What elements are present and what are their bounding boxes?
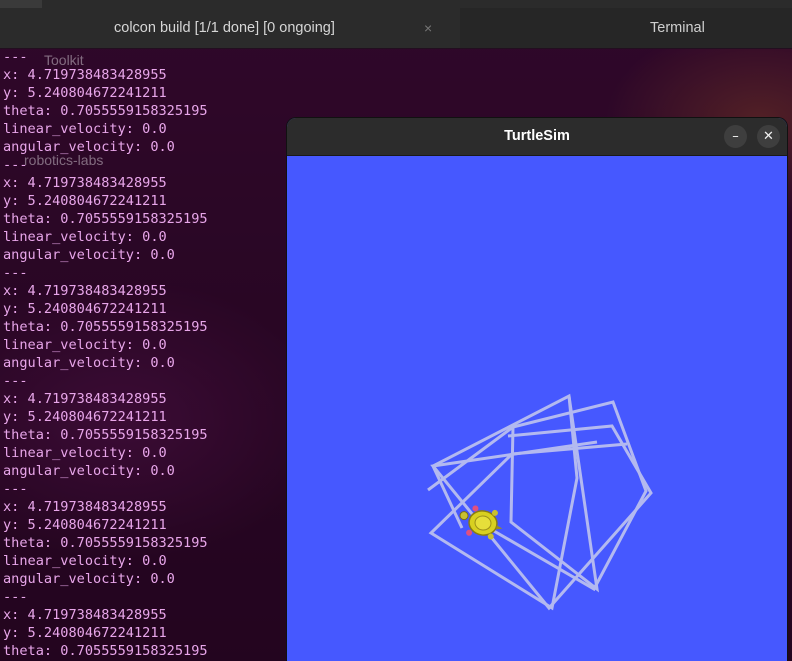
terminal-line: x: 4.719738483428955 (3, 499, 167, 515)
tab-terminal[interactable]: Terminal (460, 8, 792, 48)
terminal-line: angular_velocity: 0.0 (3, 571, 175, 587)
terminal-line: --- (3, 481, 28, 497)
terminal-line: angular_velocity: 0.0 (3, 247, 175, 263)
terminal-line: x: 4.719738483428955 (3, 175, 167, 191)
tab-bar-stub (0, 0, 42, 8)
terminal-line: linear_velocity: 0.0 (3, 121, 167, 137)
terminal-line: linear_velocity: 0.0 (3, 553, 167, 569)
terminal-line: angular_velocity: 0.0 (3, 355, 175, 371)
terminal-line: --- (3, 265, 28, 281)
terminal-line: theta: 0.7055559158325195 (3, 103, 208, 119)
terminal-line: linear_velocity: 0.0 (3, 337, 167, 353)
terminal-line: x: 4.719738483428955 (3, 607, 167, 623)
terminal-line: linear_velocity: 0.0 (3, 445, 167, 461)
window-title: TurtleSim (504, 128, 570, 144)
terminal-line: y: 5.240804672241211 (3, 301, 167, 317)
terminal-line: x: 4.719738483428955 (3, 283, 167, 299)
turtle-icon (459, 505, 503, 540)
terminal-line: theta: 0.7055559158325195 (3, 535, 208, 551)
close-button[interactable]: ✕ (757, 125, 780, 148)
terminal-line: --- (3, 589, 28, 605)
terminal-line: x: 4.719738483428955 (3, 391, 167, 407)
terminal-line: theta: 0.7055559158325195 (3, 211, 208, 227)
terminal-line: --- (3, 49, 28, 65)
terminal-line: y: 5.240804672241211 (3, 517, 167, 533)
turtlesim-canvas (287, 156, 787, 661)
terminal-line: theta: 0.7055559158325195 (3, 643, 208, 659)
turtlesim-window[interactable]: TurtleSim – ✕ (287, 118, 787, 661)
tab-colcon-build[interactable]: colcon build [1/1 done] [0 ongoing] × (0, 8, 460, 48)
turtle-path-drawing (427, 393, 653, 611)
terminal-text: --- x: 4.719738483428955 y: 5.240804672241… (3, 48, 208, 660)
terminal-tab-bar: colcon build [1/1 done] [0 ongoing] × Te… (0, 0, 792, 49)
tab-label: Terminal (650, 20, 705, 36)
terminal-line: --- (3, 157, 28, 173)
terminal-line: y: 5.240804672241211 (3, 625, 167, 641)
terminal-line: theta: 0.7055559158325195 (3, 427, 208, 443)
minimize-button[interactable]: – (724, 125, 747, 148)
tab-label: colcon build [1/1 done] [0 ongoing] (114, 20, 335, 36)
terminal-line: y: 5.240804672241211 (3, 193, 167, 209)
terminal-line: --- (3, 373, 28, 389)
window-titlebar[interactable]: TurtleSim – ✕ (287, 118, 787, 156)
close-icon[interactable]: × (424, 8, 432, 48)
terminal-line: y: 5.240804672241211 (3, 409, 167, 425)
terminal-line: angular_velocity: 0.0 (3, 139, 175, 155)
terminal-line: linear_velocity: 0.0 (3, 229, 167, 245)
terminal-line: x: 4.719738483428955 (3, 67, 167, 83)
terminal-line: angular_velocity: 0.0 (3, 463, 175, 479)
terminal-line: y: 5.240804672241211 (3, 85, 167, 101)
turtle-trail-segment (431, 393, 600, 593)
terminal-line: theta: 0.7055559158325195 (3, 319, 208, 335)
